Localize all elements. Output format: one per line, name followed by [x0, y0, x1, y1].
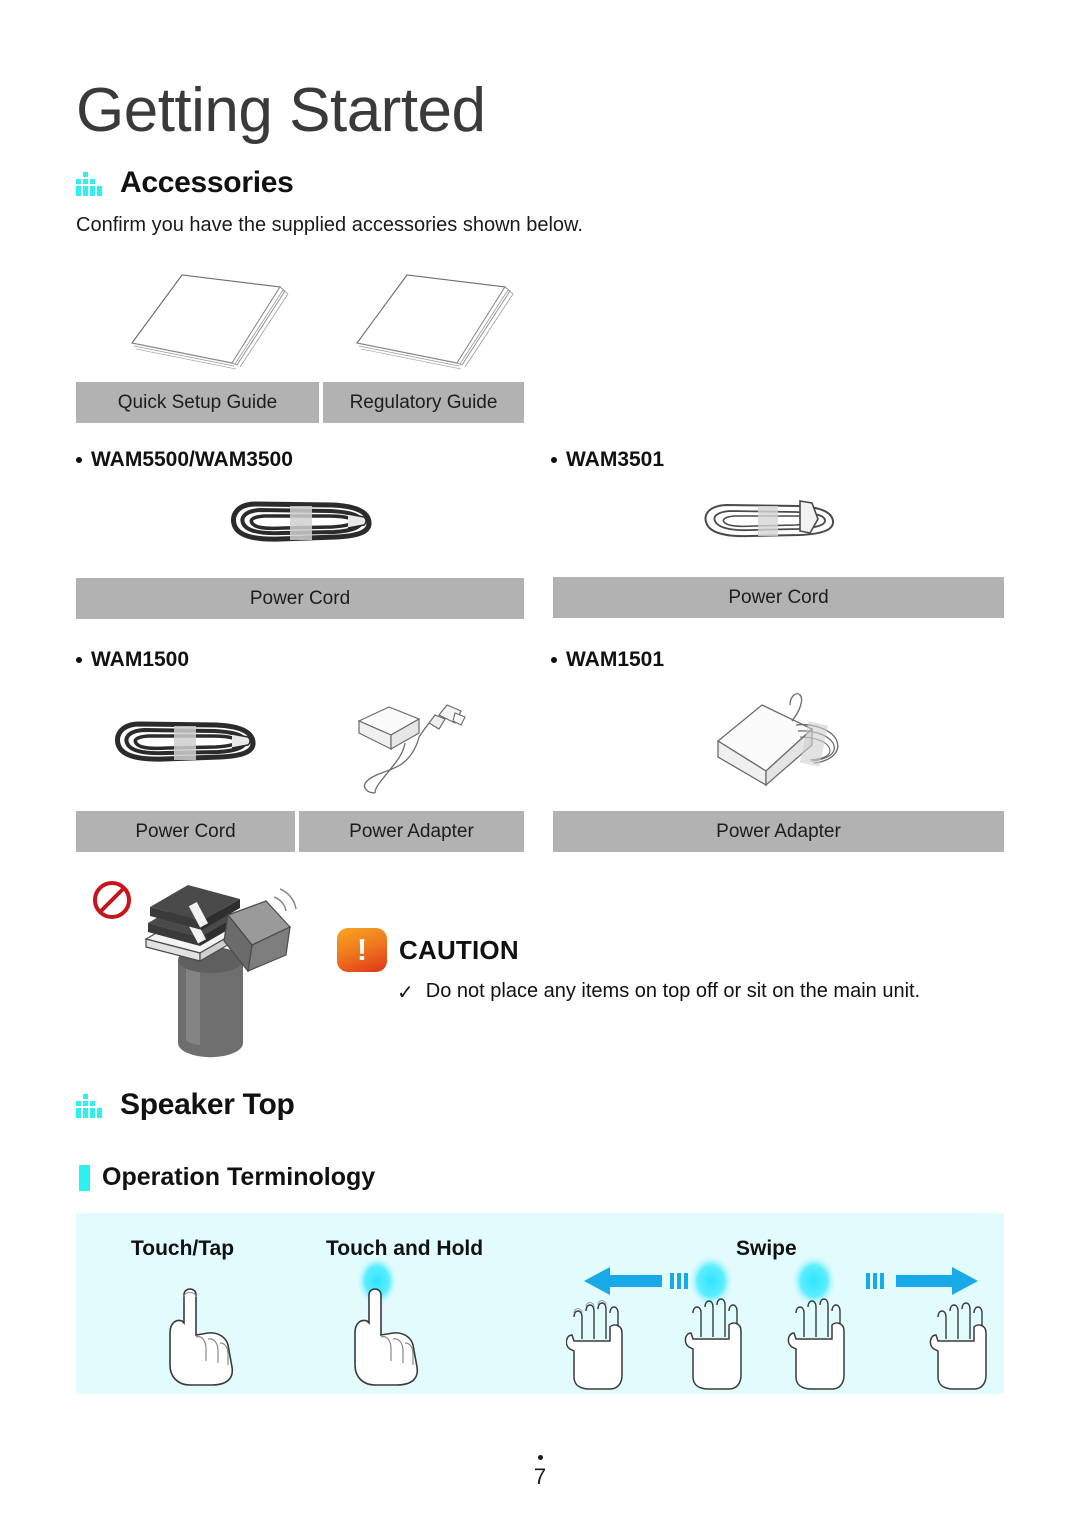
- booklet-icon: [131, 274, 289, 370]
- power-adapter-icon: [357, 704, 466, 794]
- accessories-intro-text: Confirm you have the supplied accessorie…: [76, 214, 583, 236]
- manual-page: Getting Started Accessories Confirm you …: [0, 0, 1080, 1527]
- section-heading-label: Speaker Top: [120, 1088, 295, 1121]
- model-label-wam1501: WAM1501: [551, 648, 664, 672]
- caution-exclamation-glyph: !: [356, 931, 368, 967]
- black-power-cord-icon: [231, 501, 372, 542]
- caution-text: Do not place any items on top off or sit…: [425, 980, 921, 1002]
- page-number: 7: [0, 1455, 1080, 1490]
- page-title: Getting Started: [76, 76, 486, 145]
- pointing-hand-icon: [169, 1288, 234, 1386]
- swipe-hands-icon: [566, 1253, 987, 1390]
- bullet-dot-icon: [551, 657, 557, 663]
- caption-quick-setup-guide: Quick Setup Guide: [76, 382, 319, 423]
- caution-badge-icon: !: [337, 928, 387, 972]
- check-icon: ✓: [397, 982, 414, 1004]
- model-label-wam5500-wam3500: WAM5500/WAM3500: [76, 448, 293, 472]
- caption-power-cord-wam3501: Power Cord: [553, 577, 1004, 618]
- model-label-text: WAM3501: [566, 448, 665, 471]
- bullet-dot-icon: [76, 457, 82, 463]
- subheading-operation-terminology: Operation Terminology: [79, 1163, 375, 1192]
- section-heading-label: Accessories: [120, 166, 294, 199]
- white-power-cord-icon: [704, 500, 835, 538]
- caption-regulatory-guide: Regulatory Guide: [323, 382, 524, 423]
- model-label-text: WAM5500/WAM3500: [91, 448, 293, 471]
- booklet-icon: [356, 274, 514, 370]
- section-heading-speaker-top: Speaker Top: [76, 1088, 295, 1122]
- caption-power-cord-wam1500: Power Cord: [76, 811, 295, 852]
- caption-power-cord-wam5500: Power Cord: [76, 578, 524, 619]
- books-on-speaker-prohibited-icon: [93, 881, 297, 1058]
- caution-title: CAUTION: [399, 935, 519, 965]
- section-heading-accessories: Accessories: [76, 166, 294, 200]
- subheading-label: Operation Terminology: [102, 1163, 376, 1191]
- model-label-wam1500: WAM1500: [76, 648, 189, 672]
- page-number-dot-icon: [537, 1455, 543, 1460]
- page-number-value: 7: [533, 1464, 547, 1489]
- model-label-text: WAM1500: [91, 648, 190, 671]
- equalizer-icon: [76, 170, 106, 196]
- bullet-dot-icon: [551, 457, 557, 463]
- model-label-text: WAM1501: [566, 648, 665, 671]
- equalizer-icon: [76, 1092, 106, 1118]
- gesture-label-touch-tap: Touch/Tap: [131, 1237, 235, 1260]
- model-label-wam3501: WAM3501: [551, 448, 664, 472]
- power-adapter-icon: [716, 693, 839, 787]
- cyan-bar-icon: [79, 1164, 90, 1191]
- caption-power-adapter-wam1501: Power Adapter: [553, 811, 1004, 852]
- caption-power-adapter-wam1500: Power Adapter: [299, 811, 524, 852]
- bullet-dot-icon: [76, 657, 82, 663]
- black-power-cord-icon: [115, 721, 256, 762]
- caution-body: ✓ Do not place any items on top off or s…: [397, 980, 920, 1005]
- gesture-panel: Touch/Tap Touch and Hold Swipe: [76, 1213, 1004, 1394]
- pointing-hand-glow-icon: [354, 1254, 419, 1386]
